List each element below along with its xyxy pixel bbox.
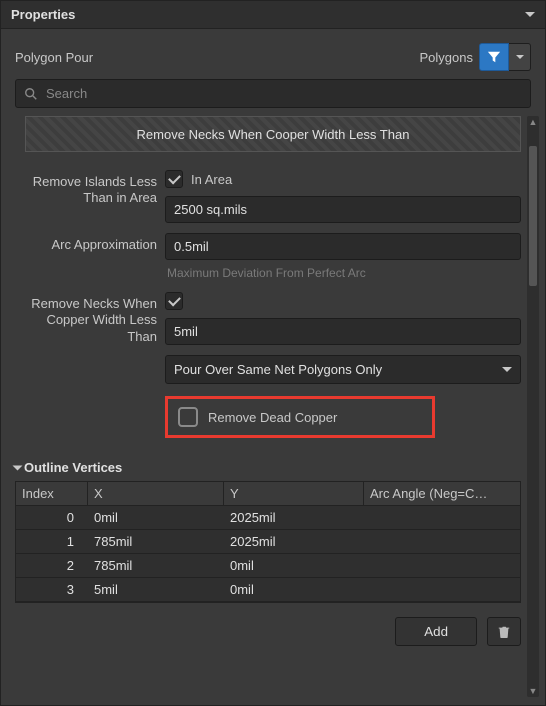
col-index[interactable]: Index [16,482,88,506]
table-row[interactable]: 2785mil0mil [16,554,520,578]
col-arc[interactable]: Arc Angle (Neg=C… [364,482,520,506]
remove-dead-copper-checkbox[interactable] [178,407,198,427]
cell-arc [364,554,520,578]
extra-options-banner: Remove Necks When Cooper Width Less Than [25,116,521,152]
filter-label: Polygons [420,50,473,65]
scroll-up-icon[interactable]: ▲ [527,116,539,128]
cell-x: 5mil [88,578,224,602]
cell-y: 2025mil [224,506,364,530]
remove-islands-label: Remove Islands Less Than in Area [15,170,165,207]
search-icon [24,87,38,101]
table-row[interactable]: 00mil2025mil [16,506,520,530]
chevron-down-icon [502,367,512,372]
remove-dead-copper-label: Remove Dead Copper [208,410,337,425]
extra-banner-text: Remove Necks When Cooper Width Less Than [137,127,410,142]
cell-x: 0mil [88,506,224,530]
caret-down-icon [13,465,23,470]
properties-panel: Properties Polygon Pour Polygons Remove … [0,0,546,706]
remove-necks-checkbox[interactable] [165,292,183,310]
cell-y: 0mil [224,578,364,602]
pour-over-select[interactable]: Pour Over Same Net Polygons Only [165,355,521,384]
chevron-down-icon [516,55,524,59]
table-row[interactable]: 1785mil2025mil [16,530,520,554]
outline-vertices-title: Outline Vertices [24,460,122,475]
search-input[interactable] [46,86,522,101]
scroll-down-icon[interactable]: ▼ [527,685,539,697]
table-row[interactable]: 35mil0mil [16,578,520,602]
col-x[interactable]: X [88,482,224,506]
outline-vertices-header[interactable]: Outline Vertices [15,460,521,475]
panel-title: Properties [11,7,75,22]
cell-index: 3 [16,578,88,602]
scroll-thumb[interactable] [529,146,537,286]
remove-necks-input[interactable] [165,318,521,345]
remove-islands-input[interactable] [165,196,521,223]
cell-x: 785mil [88,554,224,578]
add-vertex-button[interactable]: Add [395,617,477,646]
in-area-label: In Area [191,172,232,187]
arc-approx-hint: Maximum Deviation From Perfect Arc [165,264,521,282]
vertical-scrollbar[interactable]: ▲ ▼ [527,116,539,697]
in-area-checkbox[interactable] [165,170,183,188]
outline-vertices-table: Index X Y Arc Angle (Neg=C… 00mil2025mil… [15,481,521,603]
delete-vertex-button[interactable] [487,617,521,646]
pour-over-value: Pour Over Same Net Polygons Only [174,362,382,377]
object-type-row: Polygon Pour Polygons [1,29,545,79]
filter-dropdown-button[interactable] [509,43,531,71]
filter-button[interactable] [479,43,509,71]
panel-titlebar: Properties [1,1,545,29]
cell-arc [364,578,520,602]
funnel-icon [487,50,501,64]
cell-y: 0mil [224,554,364,578]
panel-menu-icon[interactable] [525,12,535,17]
cell-arc [364,506,520,530]
cell-index: 2 [16,554,88,578]
remove-dead-copper-highlight: Remove Dead Copper [165,396,435,438]
col-y[interactable]: Y [224,482,364,506]
cell-x: 785mil [88,530,224,554]
search-box[interactable] [15,79,531,108]
cell-arc [364,530,520,554]
remove-necks-label: Remove Necks When Copper Width Less Than [15,292,165,345]
trash-icon [497,625,511,639]
cell-y: 2025mil [224,530,364,554]
arc-approx-input[interactable] [165,233,521,260]
arc-approx-label: Arc Approximation [15,233,165,253]
cell-index: 1 [16,530,88,554]
cell-index: 0 [16,506,88,530]
object-type-label: Polygon Pour [15,50,93,65]
